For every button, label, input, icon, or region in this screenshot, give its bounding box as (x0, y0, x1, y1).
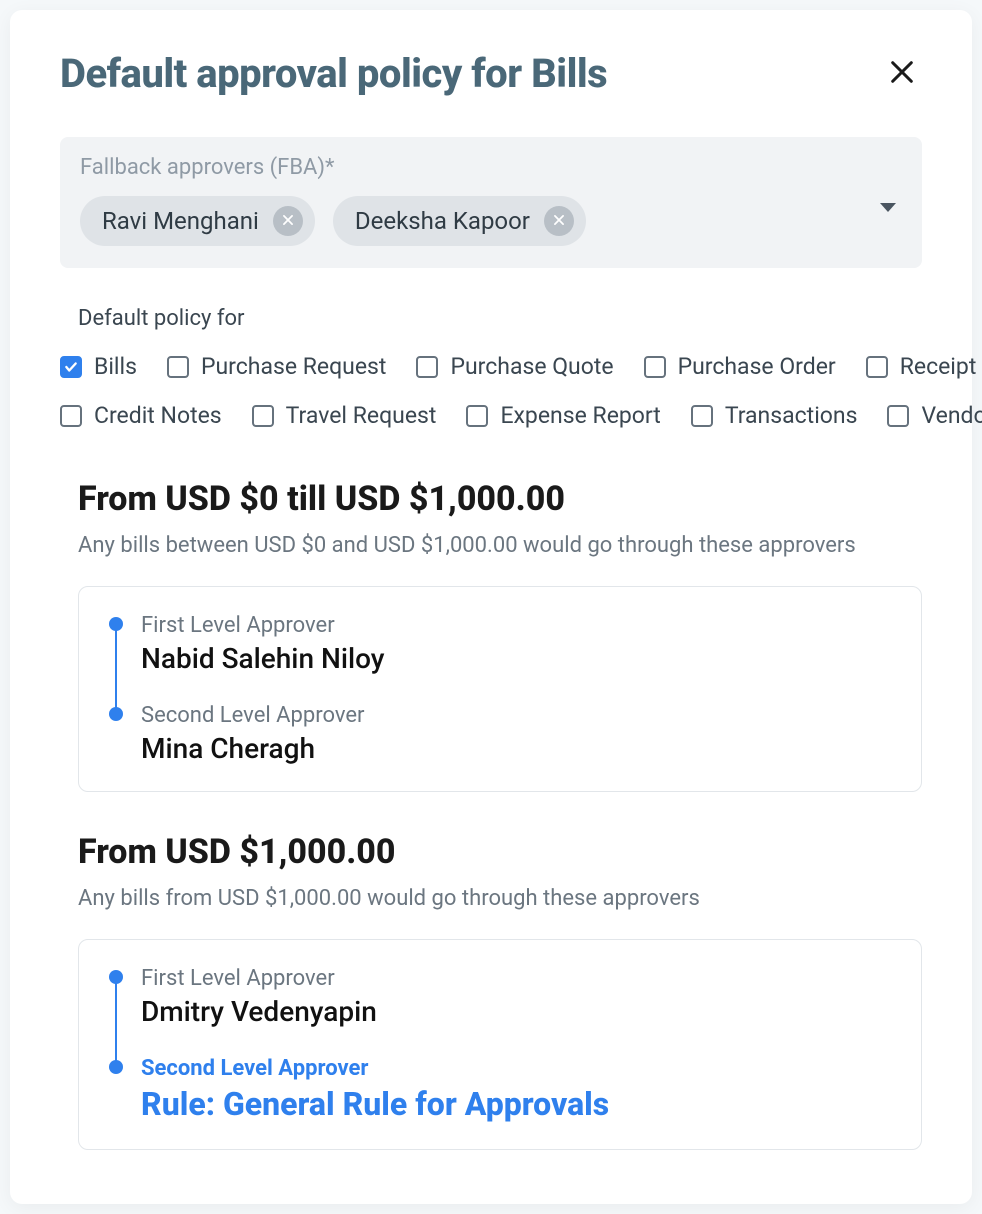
checkbox-bills[interactable]: Bills (60, 353, 137, 380)
checkbox-transactions[interactable]: Transactions (691, 402, 858, 429)
checkbox-label: Travel Request (286, 402, 437, 429)
checkbox-icon (691, 405, 713, 427)
checkbox-label: Credit Notes (94, 402, 222, 429)
approver-row: Second Level Approver Mina Cheragh (109, 703, 891, 765)
checkbox-icon (466, 405, 488, 427)
timeline (109, 966, 123, 1028)
checkbox-label: Vendors (921, 402, 982, 429)
checkbox-row: Credit Notes Travel Request Expense Repo… (60, 402, 922, 429)
approver-info: Second Level Approver Mina Cheragh (141, 703, 891, 765)
fba-chip: Deeksha Kapoor (333, 196, 586, 246)
timeline (109, 703, 123, 765)
checkbox-purchase-request[interactable]: Purchase Request (167, 353, 386, 380)
approval-policy-modal: Default approval policy for Bills Fallba… (10, 10, 972, 1204)
checkbox-travel-request[interactable]: Travel Request (252, 402, 437, 429)
close-icon (888, 58, 916, 90)
policy-type-checkboxes: Bills Purchase Request Purchase Quote Pu… (60, 353, 922, 429)
close-icon (281, 212, 295, 231)
approver-name: Nabid Salehin Niloy (141, 642, 891, 675)
approver-level-label: First Level Approver (141, 613, 891, 638)
fba-chips: Ravi Menghani Deeksha Kapoor (80, 196, 902, 246)
fba-chip-label: Ravi Menghani (102, 207, 259, 235)
approver-card: First Level Approver Nabid Salehin Niloy… (78, 586, 922, 792)
checkbox-icon (167, 356, 189, 378)
checkbox-vendors[interactable]: Vendors (887, 402, 982, 429)
fallback-approvers-field[interactable]: Fallback approvers (FBA)* Ravi Menghani … (60, 137, 922, 268)
timeline-dot-icon (109, 707, 123, 721)
range-title: From USD $0 till USD $1,000.00 (78, 479, 922, 519)
approver-level-label: First Level Approver (141, 966, 891, 991)
approval-range-section: From USD $1,000.00 Any bills from USD $1… (78, 832, 922, 1150)
checkbox-purchase-order[interactable]: Purchase Order (644, 353, 836, 380)
timeline-line (115, 980, 117, 1066)
range-description: Any bills between USD $0 and USD $1,000.… (78, 533, 922, 558)
approver-info: Second Level Approver Rule: General Rule… (141, 1056, 891, 1123)
checkbox-label: Receipt Notes (900, 353, 982, 380)
chip-remove-button[interactable] (544, 206, 574, 236)
checkbox-label: Purchase Quote (450, 353, 613, 380)
approval-range-section: From USD $0 till USD $1,000.00 Any bills… (78, 479, 922, 792)
default-policy-for-label: Default policy for (78, 306, 922, 331)
fba-chip: Ravi Menghani (80, 196, 315, 246)
checkbox-icon (252, 405, 274, 427)
checkbox-label: Expense Report (500, 402, 660, 429)
approver-name: Dmitry Vedenyapin (141, 995, 891, 1028)
chip-remove-button[interactable] (273, 206, 303, 236)
checkbox-row: Bills Purchase Request Purchase Quote Pu… (60, 353, 922, 380)
checkbox-icon (416, 356, 438, 378)
checkbox-label: Transactions (725, 402, 858, 429)
chevron-down-icon[interactable] (880, 203, 896, 212)
fba-label: Fallback approvers (FBA)* (80, 155, 902, 180)
modal-title: Default approval policy for Bills (60, 50, 607, 97)
range-description: Any bills from USD $1,000.00 would go th… (78, 886, 922, 911)
checkbox-icon (60, 356, 82, 378)
checkbox-icon (887, 405, 909, 427)
checkbox-icon (60, 405, 82, 427)
checkbox-label: Purchase Request (201, 353, 386, 380)
close-icon (552, 212, 566, 231)
checkbox-purchase-quote[interactable]: Purchase Quote (416, 353, 613, 380)
checkbox-expense-report[interactable]: Expense Report (466, 402, 660, 429)
close-button[interactable] (882, 54, 922, 94)
approver-info: First Level Approver Nabid Salehin Niloy (141, 613, 891, 675)
approver-card: First Level Approver Dmitry Vedenyapin S… (78, 939, 922, 1150)
checkbox-credit-notes[interactable]: Credit Notes (60, 402, 222, 429)
checkbox-receipt-notes[interactable]: Receipt Notes (866, 353, 982, 380)
checkbox-icon (644, 356, 666, 378)
range-title: From USD $1,000.00 (78, 832, 922, 872)
approver-row: First Level Approver Nabid Salehin Niloy (109, 613, 891, 675)
modal-header: Default approval policy for Bills (60, 50, 922, 97)
timeline-dot-icon (109, 970, 123, 984)
approver-row: First Level Approver Dmitry Vedenyapin (109, 966, 891, 1028)
approver-row: Second Level Approver Rule: General Rule… (109, 1056, 891, 1123)
timeline (109, 1056, 123, 1123)
checkbox-label: Bills (94, 353, 137, 380)
checkbox-label: Purchase Order (678, 353, 836, 380)
approver-info: First Level Approver Dmitry Vedenyapin (141, 966, 891, 1028)
timeline-line (115, 627, 117, 713)
checkbox-icon (866, 356, 888, 378)
timeline (109, 613, 123, 675)
approver-level-label: Second Level Approver (141, 703, 891, 728)
approver-rule-link[interactable]: Rule: General Rule for Approvals (141, 1085, 891, 1123)
approver-level-label[interactable]: Second Level Approver (141, 1056, 891, 1081)
approver-name: Mina Cheragh (141, 732, 891, 765)
timeline-dot-icon (109, 1060, 123, 1074)
fba-chip-label: Deeksha Kapoor (355, 207, 530, 235)
timeline-dot-icon (109, 617, 123, 631)
